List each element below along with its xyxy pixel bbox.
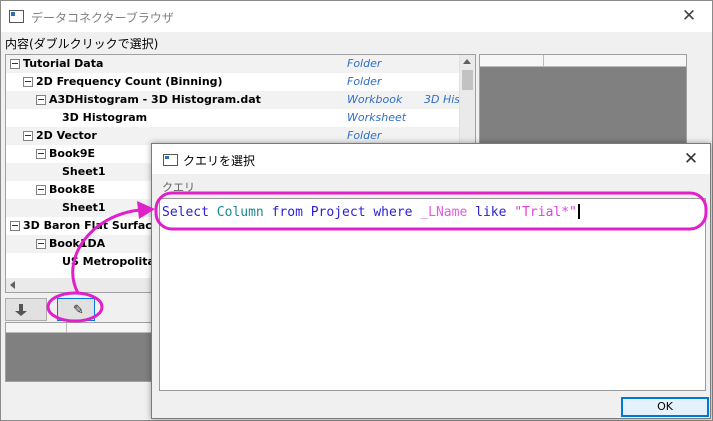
edit-query-button[interactable]: ✎ <box>57 298 95 321</box>
tree-item-type: Folder <box>347 57 382 70</box>
query-token: Column <box>216 205 272 220</box>
grid-header <box>6 323 156 333</box>
query-label: クエリ <box>162 181 195 194</box>
tree-row[interactable]: Tutorial Data Folder <box>6 55 459 73</box>
tree-item-extra: 3D His <box>424 93 461 106</box>
select-query-dialog: クエリを選択 ✕ クエリ Select Column from Project … <box>151 143 711 419</box>
tree-row[interactable]: A3DHistogram - 3D Histogram.dat Workbook… <box>6 91 461 109</box>
tree-item-label: Sheet1 <box>62 201 106 214</box>
close-icon[interactable]: ✕ <box>674 4 704 28</box>
window-app-icon <box>9 10 24 23</box>
tree-item-label: 3D Histogram <box>62 111 148 124</box>
collapse-icon[interactable] <box>36 239 46 249</box>
collapse-icon[interactable] <box>36 185 46 195</box>
dialog-title-bar: クエリを選択 ✕ <box>152 144 710 174</box>
dialog-title: クエリを選択 <box>183 154 256 168</box>
contents-label: 内容(ダブルクリックで選択) <box>5 37 159 51</box>
collapse-icon[interactable] <box>23 77 33 87</box>
scrollbar-thumb[interactable] <box>462 70 473 90</box>
tree-item-label: 3D Baron Flat Surfac <box>23 219 152 232</box>
tree-item-label: Tutorial Data <box>23 57 104 70</box>
query-input[interactable]: Select Column from Project where _LName … <box>159 198 706 391</box>
collapse-icon[interactable] <box>23 131 33 141</box>
tree-row[interactable]: 2D Frequency Count (Binning) Folder <box>6 73 459 91</box>
collapse-icon[interactable] <box>10 221 20 231</box>
collapse-icon[interactable] <box>36 149 46 159</box>
tree-row[interactable]: 3D Histogram Worksheet <box>6 109 459 127</box>
collapse-icon[interactable] <box>36 95 46 105</box>
query-token: where <box>373 205 421 220</box>
add-down-button[interactable] <box>5 298 47 321</box>
query-token: like <box>475 205 515 220</box>
query-token: _LName <box>420 205 476 220</box>
tree-item-label: Book9E <box>49 147 95 160</box>
tree-item-label: Sheet1 <box>62 165 106 178</box>
preview-header <box>480 55 686 67</box>
query-token: "Trial*" <box>514 205 577 220</box>
ok-button[interactable]: OK <box>621 397 709 417</box>
selection-grid <box>5 322 157 382</box>
query-token: Project <box>310 205 374 220</box>
tree-item-label: 2D Vector <box>36 129 97 142</box>
dialog-app-icon <box>163 154 178 166</box>
query-text: Select Column from Project where _LName … <box>162 204 580 220</box>
query-token: from <box>271 205 311 220</box>
tree-item-label: Book1DA <box>49 237 106 250</box>
scroll-up-icon[interactable] <box>463 59 471 64</box>
collapse-icon[interactable] <box>10 59 20 69</box>
tree-item-type: Folder <box>347 75 382 88</box>
close-icon[interactable]: ✕ <box>678 147 704 171</box>
arrow-down-icon <box>15 304 27 316</box>
tree-item-label: Book8E <box>49 183 95 196</box>
title-bar: データコネクターブラウザ ✕ <box>1 1 712 32</box>
tree-item-label: 2D Frequency Count (Binning) <box>36 75 223 88</box>
tree-item-type: Workbook <box>347 93 403 106</box>
text-caret <box>577 204 580 219</box>
query-token: Select <box>162 205 217 220</box>
scroll-left-icon[interactable] <box>10 281 15 289</box>
tree-item-type: Worksheet <box>347 111 407 124</box>
pencil-icon: ✎ <box>73 303 84 318</box>
window-title: データコネクターブラウザ <box>31 11 174 25</box>
tree-item-label: US Metropolitan <box>62 255 163 268</box>
tree-item-label: A3DHistogram - 3D Histogram.dat <box>49 93 261 106</box>
